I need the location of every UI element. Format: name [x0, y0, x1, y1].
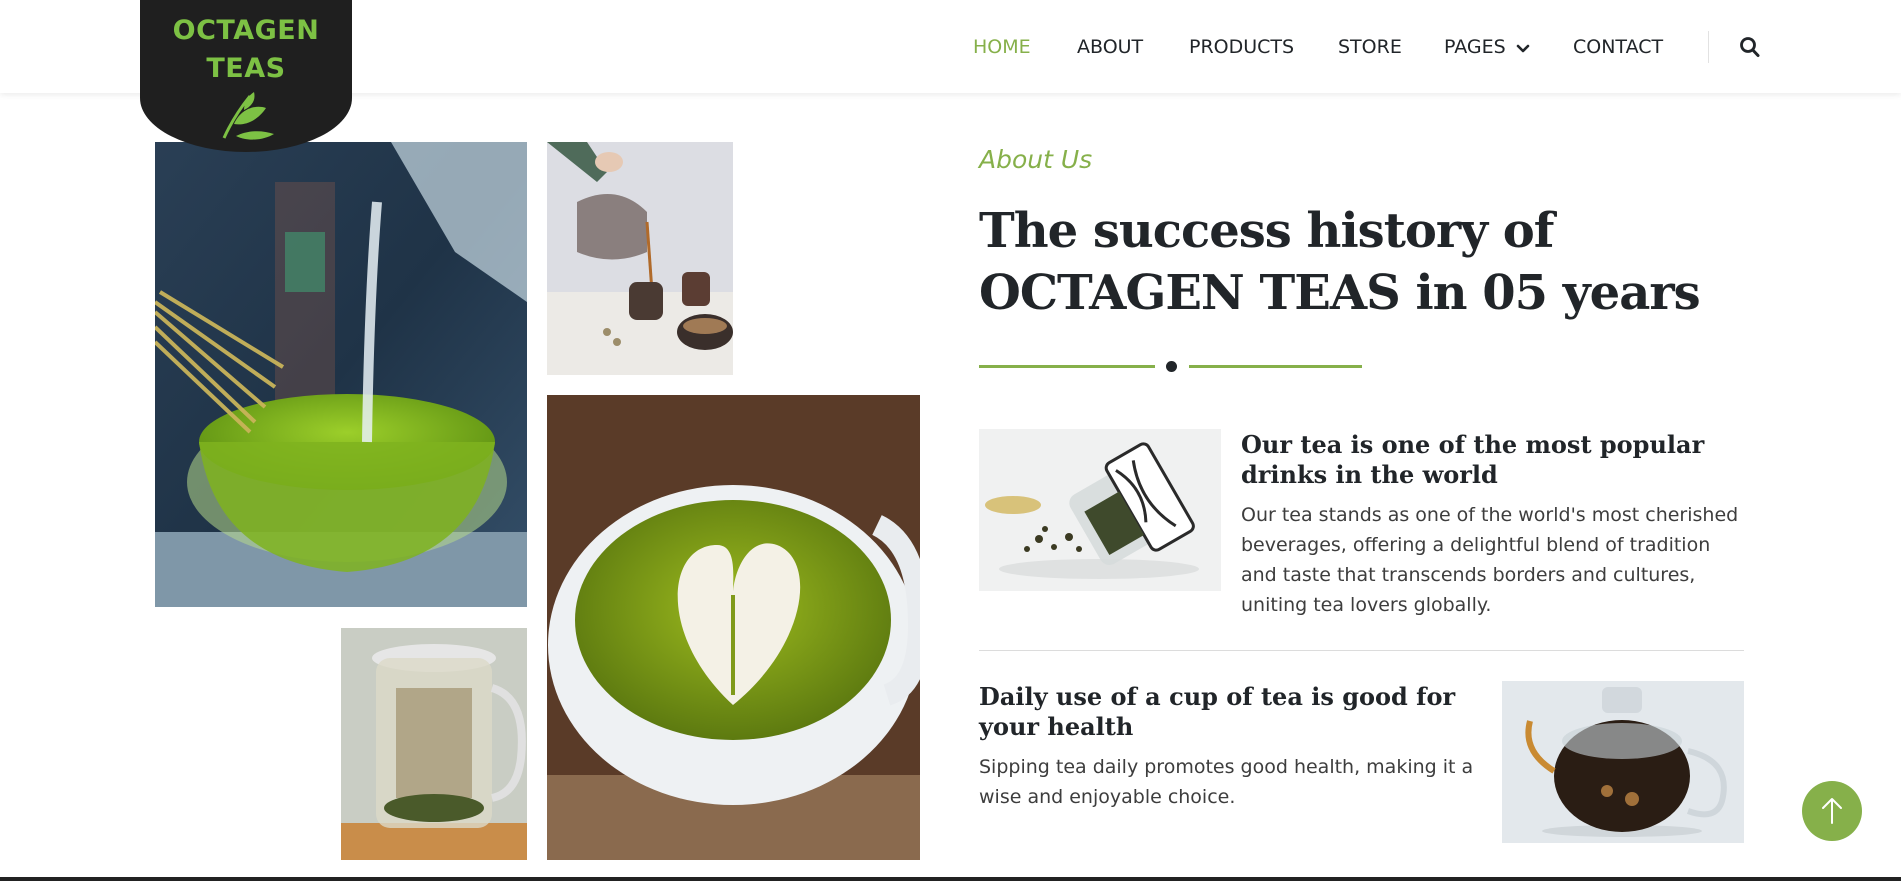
divider-dot — [1166, 361, 1177, 372]
nav-products[interactable]: PRODUCTS — [1189, 30, 1294, 64]
logo-text: OCTAGEN TEAS — [140, 0, 352, 88]
nav-pages-label: PAGES — [1444, 36, 1506, 58]
tea-infuser-image — [341, 628, 527, 860]
chevron-down-icon — [1516, 31, 1530, 65]
tea-leaf-icon — [214, 90, 278, 146]
feature-text-2: Sipping tea daily promotes good health, … — [979, 756, 1474, 808]
divider-line-left — [979, 365, 1155, 368]
feature-title-2: Daily use of a cup of tea is good for yo… — [979, 682, 1456, 741]
feature-text-1: Our tea stands as one of the world's mos… — [1241, 504, 1739, 616]
logo-line-2: TEAS — [206, 53, 286, 84]
section-eyebrow: About Us — [979, 145, 1093, 174]
logo-line-1: OCTAGEN — [172, 15, 320, 46]
teapot-pour-image — [547, 142, 733, 375]
brand-logo[interactable]: OCTAGEN TEAS — [140, 0, 352, 152]
nav-contact[interactable]: CONTACT — [1573, 30, 1663, 64]
about-heading: The success history of OCTAGEN TEAS in 0… — [979, 200, 1739, 324]
nav-divider — [1708, 31, 1709, 63]
nav-home[interactable]: HOME — [973, 30, 1031, 64]
bottom-bar — [0, 877, 1901, 881]
nav-pages[interactable]: PAGES — [1444, 30, 1530, 65]
about-heading-line-1: The success history of — [979, 203, 1554, 259]
divider-line-right — [1189, 365, 1362, 368]
nav-about[interactable]: ABOUT — [1077, 30, 1143, 64]
nav-store[interactable]: STORE — [1338, 30, 1402, 64]
glass-teapot-image — [1502, 681, 1744, 843]
matcha-latte-image — [547, 395, 920, 860]
feature-title-1: Our tea is one of the most popular drink… — [1241, 430, 1705, 489]
scroll-to-top-button[interactable] — [1802, 781, 1862, 841]
matcha-pour-image — [155, 142, 527, 607]
search-icon[interactable] — [1738, 34, 1762, 60]
arrow-up-icon — [1821, 797, 1843, 829]
tea-jar-image — [979, 429, 1221, 591]
feature-divider — [979, 650, 1744, 651]
about-heading-line-2: OCTAGEN TEAS in 05 years — [979, 265, 1701, 321]
